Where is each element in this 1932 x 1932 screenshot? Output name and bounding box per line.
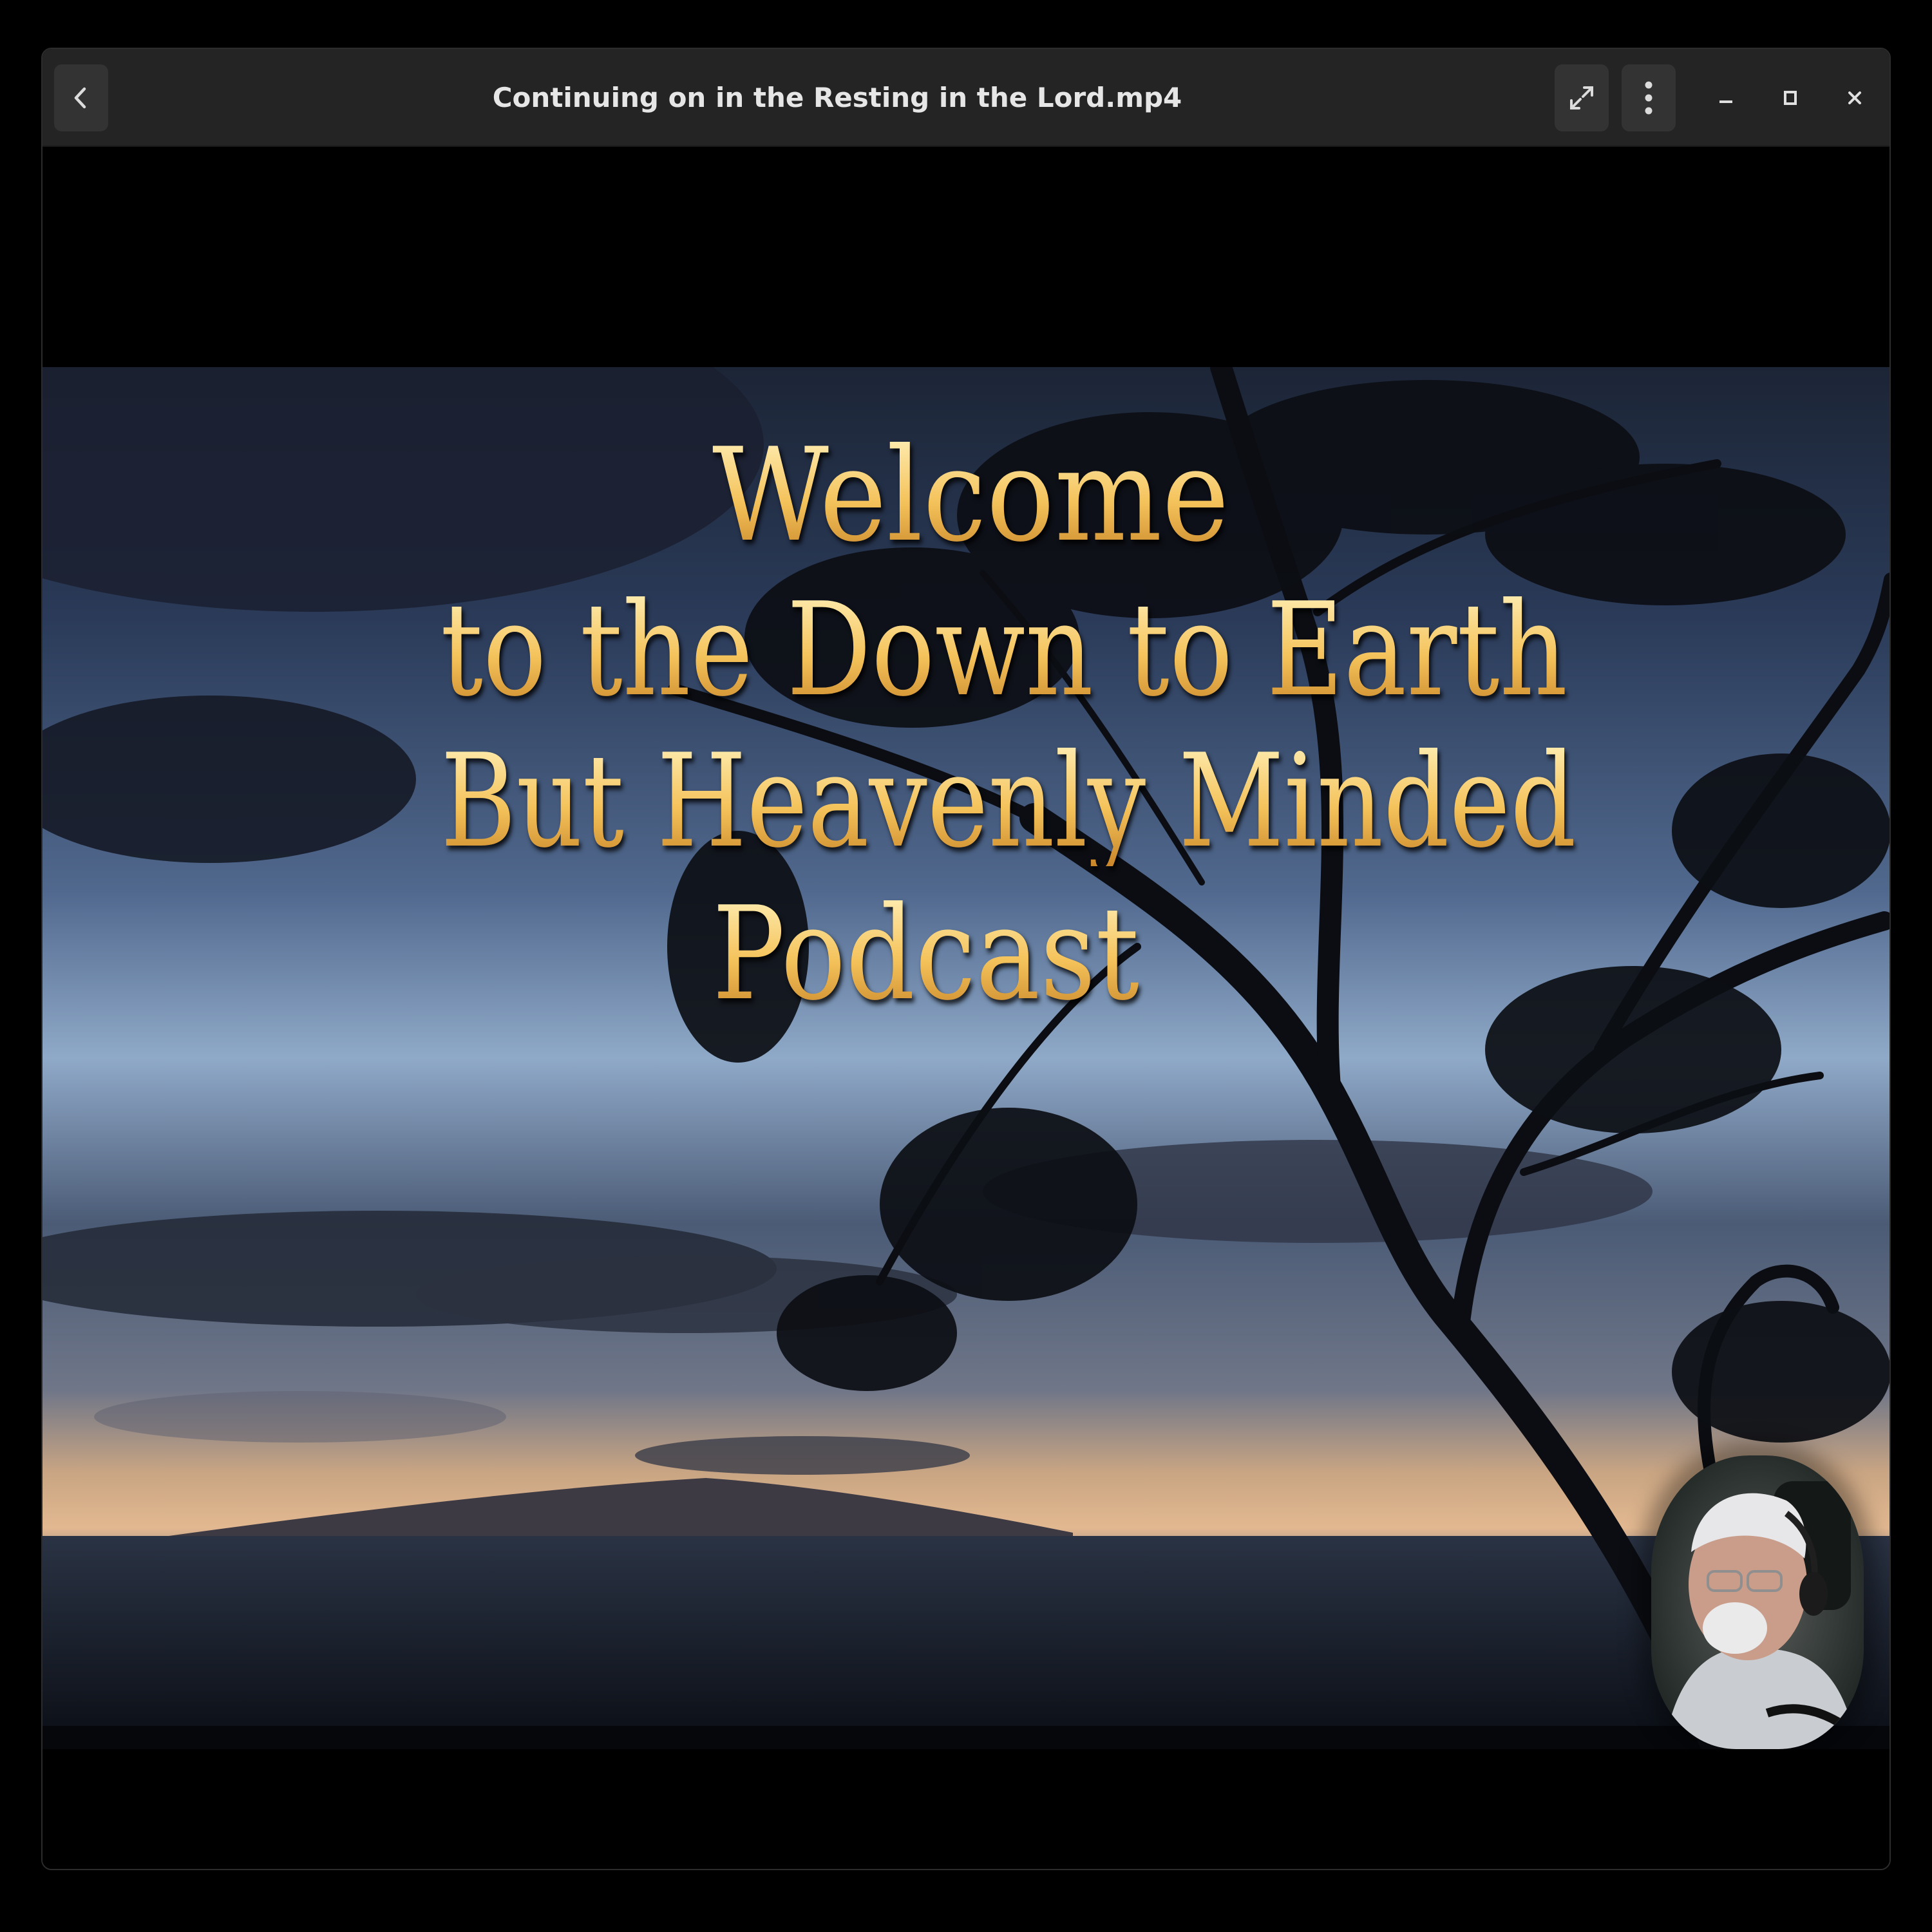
overlay-line-4: Podcast — [712, 879, 1139, 1029]
headerbar: Continuing on in the Resting in the Lord… — [43, 49, 1889, 147]
video-frame[interactable]: Welcome to the Down to Earth But Heavenl… — [43, 367, 1889, 1749]
webcam-inset — [1651, 1455, 1864, 1749]
back-button[interactable] — [54, 64, 108, 131]
overlay-line-3: But Heavenly Minded — [440, 726, 1577, 876]
overlay-line-2: to the Down to Earth — [440, 575, 1568, 725]
video-area[interactable]: Welcome to the Down to Earth But Heavenl… — [43, 147, 1889, 1869]
maximize-button[interactable] — [1765, 72, 1816, 124]
fullscreen-button[interactable] — [1555, 64, 1609, 131]
webcam-person-image — [1651, 1455, 1864, 1749]
maximize-icon — [1784, 91, 1797, 105]
fullscreen-icon — [1570, 86, 1593, 109]
overlay-line-1: Welcome — [712, 421, 1229, 571]
video-player-window: Continuing on in the Resting in the Lord… — [41, 48, 1891, 1870]
close-icon — [1848, 91, 1861, 104]
close-button[interactable] — [1829, 72, 1880, 124]
chevron-left-icon — [74, 87, 86, 109]
minimize-icon — [1719, 100, 1732, 103]
kebab-menu-icon — [1645, 81, 1653, 115]
window-title: Continuing on in the Resting in the Lord… — [492, 82, 1182, 113]
menu-button[interactable] — [1622, 64, 1676, 131]
video-title-overlay: Welcome to the Down to Earth But Heavenl… — [43, 367, 1889, 1749]
minimize-button[interactable] — [1700, 72, 1752, 124]
